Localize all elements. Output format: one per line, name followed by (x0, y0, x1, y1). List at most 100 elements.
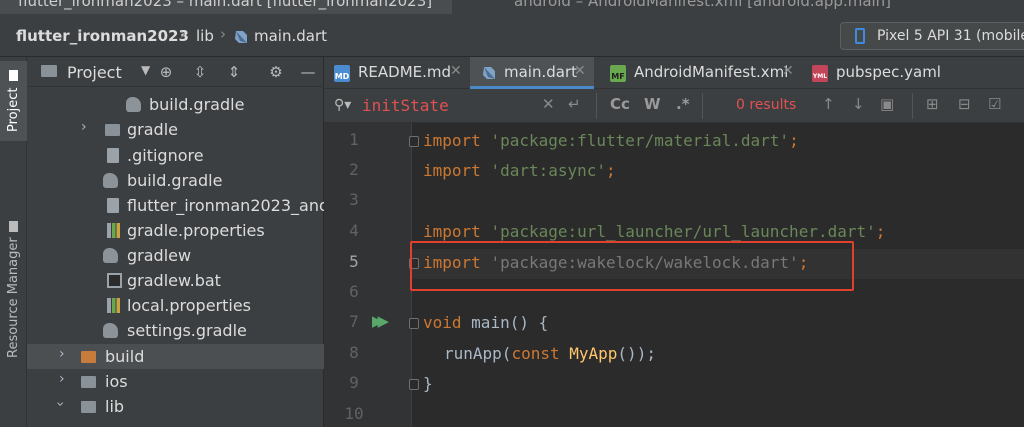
whole-words-button[interactable]: W (644, 95, 661, 113)
tree-item-label: gradle.properties (127, 221, 265, 240)
chevron-right-icon[interactable]: › (59, 371, 65, 387)
tree-item[interactable]: settings.gradle (27, 318, 324, 343)
tree-item[interactable]: gradlew (27, 243, 324, 268)
file-icon (107, 198, 119, 213)
tab-android-manifest[interactable]: MF AndroidManifest.xml ✕ (600, 57, 800, 89)
tree-item[interactable]: local.properties (27, 293, 324, 318)
breadcrumb-folder[interactable]: lib (196, 27, 214, 45)
add-occurrence-icon[interactable]: ⊞ (926, 95, 939, 113)
filter-icon[interactable]: ▣ (880, 95, 894, 113)
properties-icon (107, 223, 120, 238)
device-label: Pixel 5 API 31 (mobile) (877, 28, 1024, 44)
line-number: 6 (349, 282, 359, 301)
fold-icon[interactable] (409, 318, 419, 329)
line-number: 1 (349, 130, 359, 149)
line-number: 8 (349, 343, 359, 362)
code-punct: ; (606, 161, 616, 180)
chevron-down-icon[interactable]: › (52, 401, 68, 407)
window-title-right[interactable]: android – AndroidManifest.xml [android.a… (514, 0, 891, 10)
tree-item[interactable]: build.gradle (27, 168, 324, 193)
search-input[interactable]: initState (362, 96, 449, 115)
folder-icon (9, 70, 18, 82)
line-number: 5 (349, 252, 359, 271)
tab-label: pubspec.yaml (836, 63, 941, 81)
tree-item[interactable]: › lib (27, 394, 324, 419)
tab-main-dart[interactable]: main.dart ✕ (470, 57, 594, 89)
breadcrumb-file[interactable]: main.dart (254, 27, 327, 45)
terminal-icon (107, 273, 122, 288)
tab-label: AndroidManifest.xml (634, 63, 789, 81)
fold-icon[interactable] (409, 136, 419, 147)
tree-item[interactable]: flutter_ironman2023_andr (27, 193, 336, 218)
window-title-bar: flutter_ironman2023 – main.dart [flutter… (0, 0, 1024, 14)
new-line-icon[interactable]: ↵ (568, 95, 581, 113)
line-number: 7 (349, 312, 359, 331)
tree-item[interactable]: gradle.properties (27, 218, 324, 243)
match-case-button[interactable]: Cc (610, 95, 630, 113)
dart-file-icon (235, 31, 247, 43)
breadcrumb-project[interactable]: flutter_ironman2023 (16, 27, 189, 45)
chevron-right-icon[interactable]: › (81, 119, 87, 135)
tree-item[interactable]: › ios (27, 369, 324, 394)
code-function: main (471, 313, 510, 332)
tab-readme[interactable]: MD README.md ✕ (324, 57, 470, 89)
folder-excluded-icon (81, 351, 96, 363)
divider (912, 93, 913, 119)
dropdown-arrow-icon[interactable]: ▼ (141, 63, 150, 77)
tree-item-label: settings.gradle (127, 321, 247, 340)
project-panel-header: Project ▼ ⊕ ⇳ ⇕ ⚙ — (27, 57, 324, 87)
code-punct: ; (789, 131, 799, 150)
expand-all-icon[interactable]: ⇳ (189, 61, 211, 83)
tab-label: main.dart (504, 63, 578, 81)
breadcrumb-separator-icon: › (220, 25, 226, 43)
gradle-elephant-icon (103, 173, 118, 188)
previous-occurrence-icon[interactable]: ↑ (822, 95, 835, 113)
regex-button[interactable]: .* (676, 95, 690, 113)
collapse-all-icon[interactable]: ⇕ (223, 61, 245, 83)
gradle-elephant-icon (103, 323, 118, 338)
tree-item[interactable]: .gitignore (27, 143, 324, 168)
tree-item[interactable]: › build (27, 344, 324, 369)
tab-label: README.md (358, 63, 452, 81)
code-line: void main() { (423, 308, 548, 338)
dart-file-icon (483, 67, 495, 79)
chevron-right-icon[interactable]: › (59, 346, 65, 362)
clear-search-icon[interactable]: ✕ (542, 95, 555, 113)
line-number: 9 (349, 373, 359, 392)
gear-icon[interactable]: ⚙ (265, 61, 287, 83)
phone-icon (855, 28, 865, 44)
tree-item-label: build (105, 347, 145, 366)
find-bar: ⚲▾ initState ✕ ↵ Cc W .* 0 results ↑ ↓ ▣… (324, 89, 1024, 123)
tree-item[interactable]: › gradle (27, 117, 324, 142)
next-occurrence-icon[interactable]: ↓ (852, 95, 865, 113)
hide-panel-icon[interactable]: — (297, 61, 319, 83)
fold-icon[interactable] (409, 379, 419, 390)
gradle-elephant-icon (103, 248, 118, 263)
tree-item[interactable]: gradlew.bat (27, 268, 324, 293)
divider (702, 93, 703, 119)
folder-icon (41, 65, 57, 77)
markdown-file-icon: MD (334, 65, 350, 82)
locate-file-icon[interactable]: ⊕ (155, 61, 177, 83)
close-icon[interactable]: ✕ (574, 63, 586, 79)
tree-item-label: local.properties (127, 296, 252, 315)
resource-manager-tool-tab[interactable]: Resource Manager (0, 207, 27, 372)
run-icon[interactable]: ▶▶ (372, 312, 389, 330)
tree-item-label: .gitignore (127, 146, 204, 165)
device-selector[interactable]: Pixel 5 API 31 (mobile) (840, 22, 1024, 50)
tab-pubspec[interactable]: YML pubspec.yaml (802, 57, 952, 89)
select-all-occurrences-icon[interactable]: ☑ (988, 95, 1001, 113)
gradle-elephant-icon (126, 97, 141, 112)
editor-tabs: MD README.md ✕ main.dart ✕ MF AndroidMan… (324, 57, 1024, 89)
project-view-selector[interactable]: Project (67, 63, 122, 82)
close-icon[interactable]: ✕ (450, 63, 462, 79)
search-icon[interactable]: ⚲▾ (334, 97, 351, 113)
remove-occurrence-icon[interactable]: ⊟ (958, 95, 971, 113)
project-tool-tab-label: Project (6, 87, 21, 132)
close-icon[interactable]: ✕ (782, 63, 794, 79)
tree-item[interactable]: build.gradle (27, 92, 324, 117)
project-tool-tab[interactable]: Project (0, 61, 27, 141)
window-title-left: flutter_ironman2023 – main.dart [flutter… (18, 0, 433, 10)
project-panel: Project ▼ ⊕ ⇳ ⇕ ⚙ — build.gradle › gradl… (27, 57, 336, 427)
search-results-count: 0 results (736, 97, 797, 113)
